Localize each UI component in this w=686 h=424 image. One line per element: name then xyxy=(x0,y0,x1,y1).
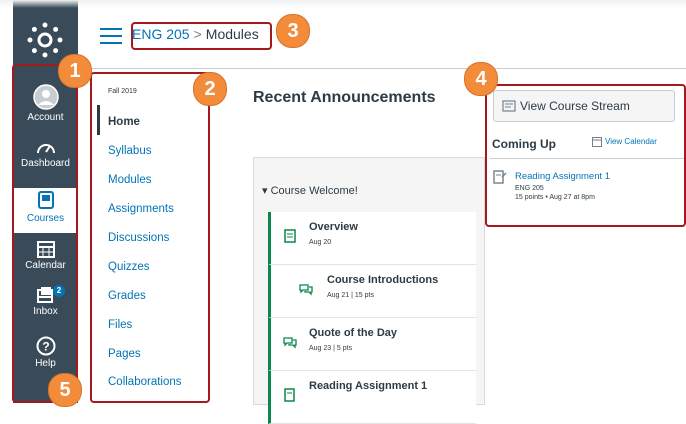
callout-number-3: 3 xyxy=(276,14,310,48)
module-title: Course Welcome! xyxy=(270,185,358,197)
page-icon xyxy=(284,229,296,243)
module-item-title: Reading Assignment 1 xyxy=(309,380,428,392)
module-item-overview[interactable]: Overview Aug 20 xyxy=(268,212,476,265)
module-item-meta: Aug 20 xyxy=(309,239,332,246)
discussion-icon xyxy=(299,284,313,296)
callout-number-5: 5 xyxy=(48,373,82,407)
discussion-icon xyxy=(283,337,297,349)
callout-box-course-nav xyxy=(90,72,210,403)
callout-box-global-nav xyxy=(12,64,78,403)
top-shadow xyxy=(0,0,686,8)
module-item-title: Quote of the Day xyxy=(309,327,398,339)
callout-box-sidebar xyxy=(485,84,686,227)
callout-number-2: 2 xyxy=(193,72,227,106)
callout-number-1: 1 xyxy=(58,54,92,88)
module-item-reading-assignment-1[interactable]: Reading Assignment 1 xyxy=(268,371,476,424)
module-header[interactable]: ▾ Course Welcome! xyxy=(262,184,358,197)
callout-number-4: 4 xyxy=(464,62,498,96)
module-item-course-introductions[interactable]: Course Introductions Aug 21 | 15 pts xyxy=(268,265,476,318)
module-item-meta: Aug 21 | 15 pts xyxy=(327,292,374,299)
hamburger-menu-icon[interactable] xyxy=(100,28,122,46)
recent-announcements-heading: Recent Announcements xyxy=(253,89,436,106)
assignment-icon xyxy=(284,388,295,402)
module-item-title: Overview xyxy=(309,221,358,233)
collapse-caret-icon: ▾ xyxy=(262,185,268,197)
canvas-logo-icon[interactable] xyxy=(25,20,65,60)
callout-box-breadcrumb xyxy=(131,22,272,50)
module-item-meta: Aug 23 | 5 pts xyxy=(309,345,353,352)
module-item-quote-of-the-day[interactable]: Quote of the Day Aug 23 | 5 pts xyxy=(268,318,476,371)
module-item-title: Course Introductions xyxy=(327,274,439,286)
